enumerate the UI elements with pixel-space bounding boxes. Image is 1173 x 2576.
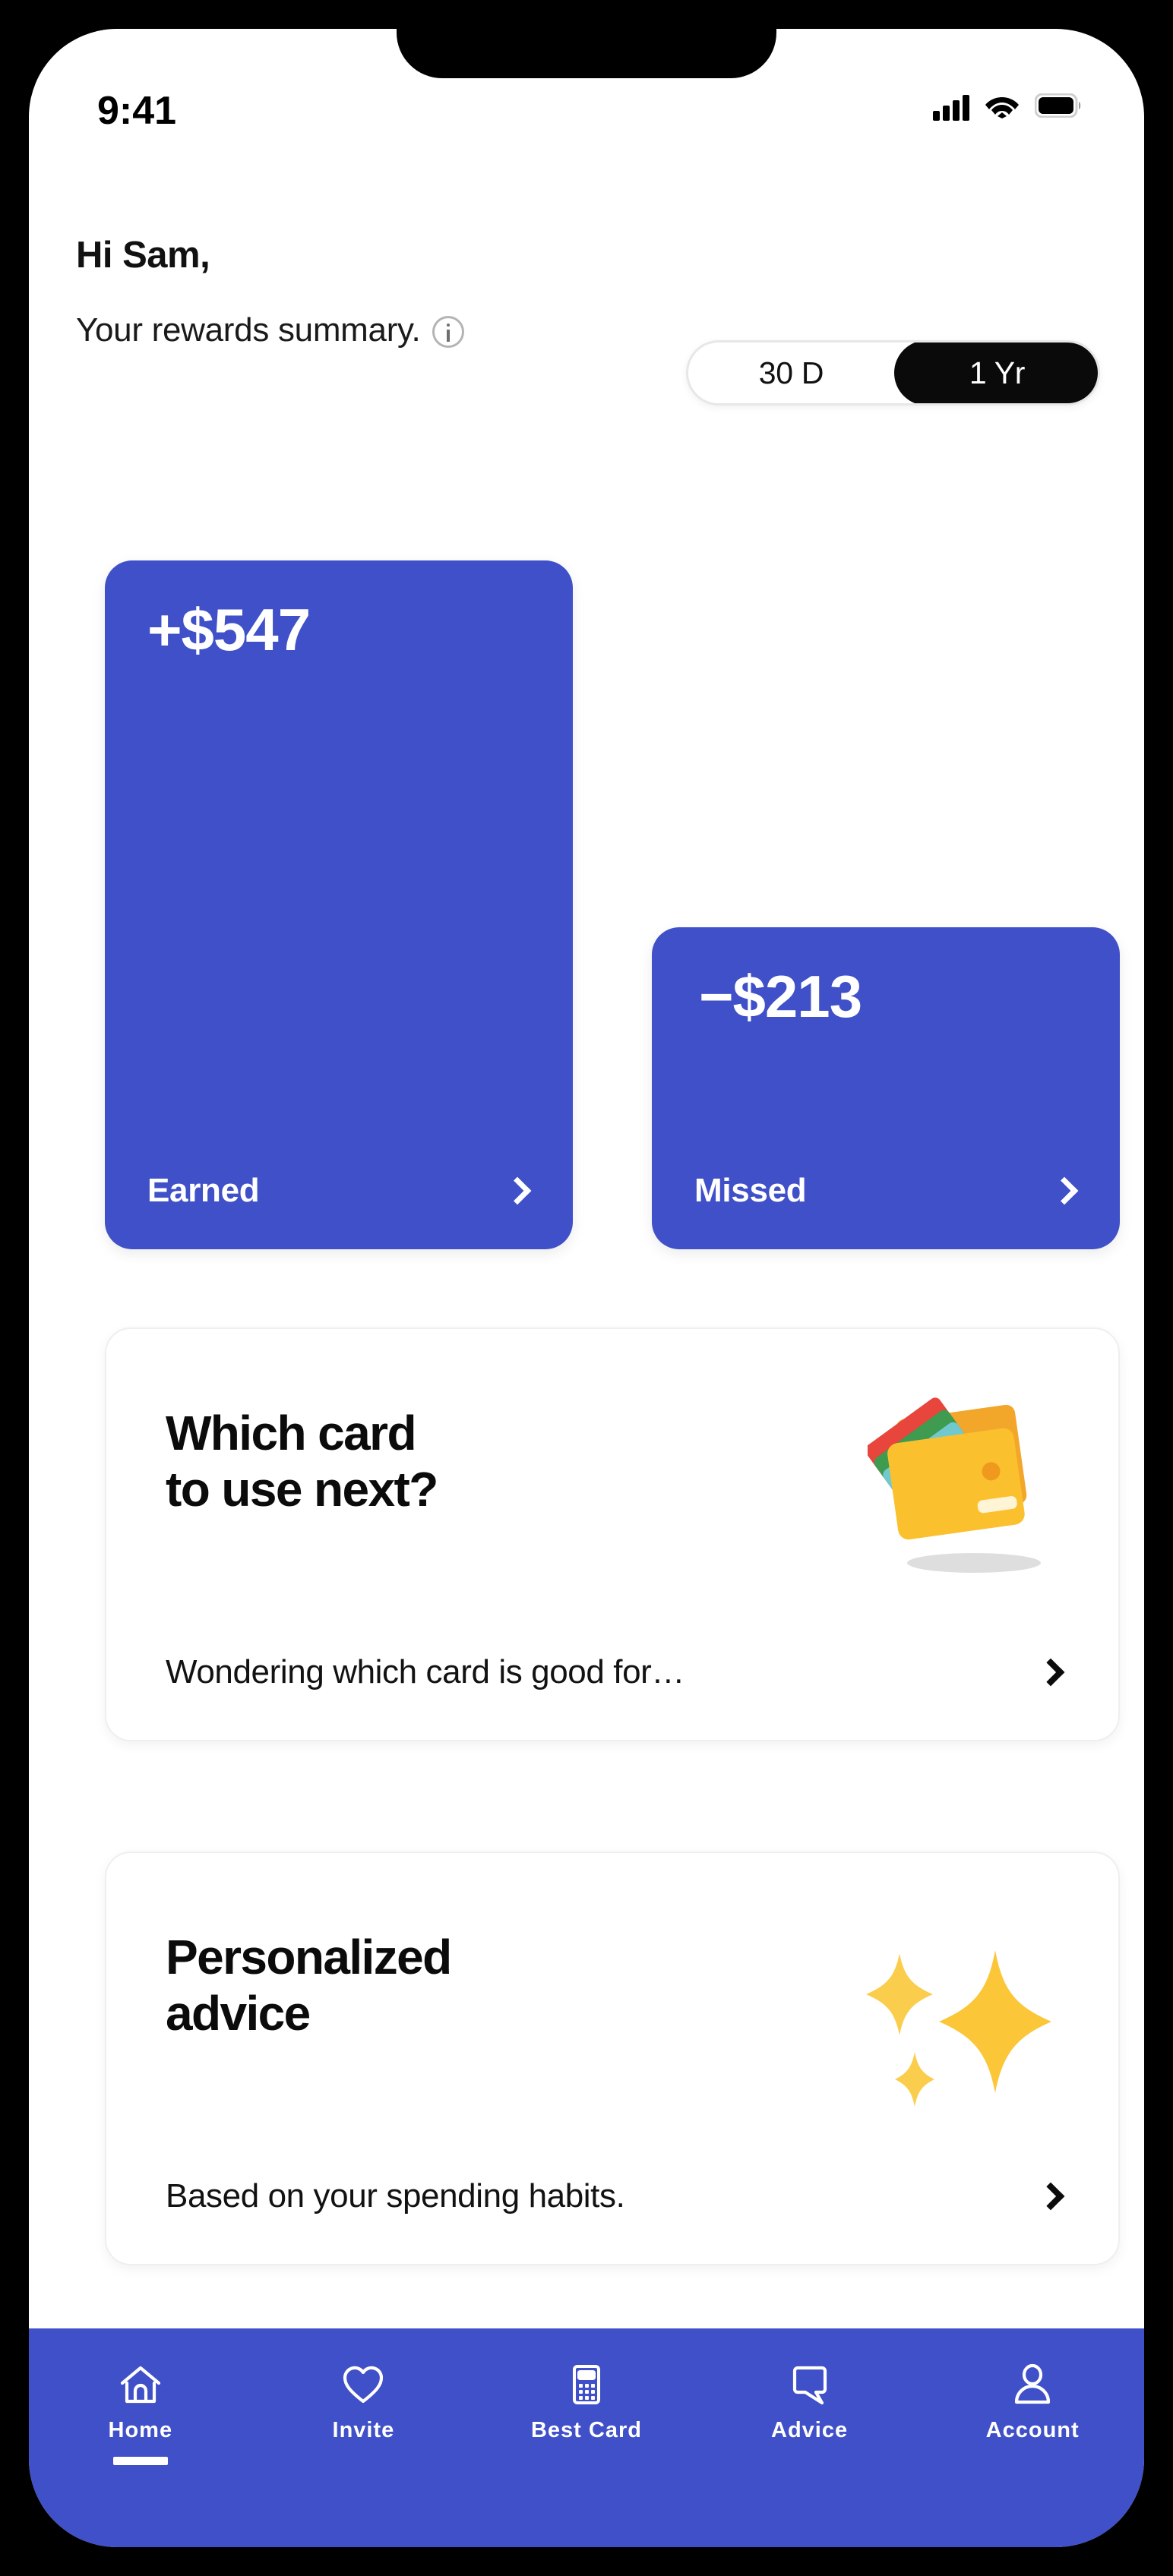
range-option-1yr[interactable]: 1 Yr — [894, 343, 1098, 403]
which-card-title-line1: Which card — [166, 1406, 417, 1460]
advice-footer: Based on your spending habits. — [166, 2177, 1067, 2215]
person-icon — [1010, 2362, 1055, 2407]
earned-footer: Earned — [147, 1172, 533, 1210]
advice-title-line2: advice — [166, 1986, 311, 2041]
advice-subtitle: Based on your spending habits. — [166, 2177, 625, 2215]
feature-card-personalized-advice[interactable]: Personalized advice Based on your spendi… — [105, 1852, 1120, 2265]
summary-card-missed[interactable]: −$213 Missed — [652, 927, 1120, 1249]
phone-screen: 9:41 Hi Sam, Your rewards summary. 30 D … — [29, 29, 1144, 2547]
status-icons — [933, 93, 1082, 122]
missed-label: Missed — [694, 1172, 807, 1209]
chevron-right-icon[interactable] — [1050, 1176, 1079, 1205]
summary-card-earned[interactable]: +$547 Earned — [105, 560, 573, 1249]
which-card-title-line2: to use next? — [166, 1462, 438, 1517]
speech-bubble-icon — [787, 2362, 833, 2407]
bottom-navigation: Home Invite Best Card Advice Account — [29, 2328, 1144, 2547]
info-circle-icon[interactable] — [432, 316, 465, 348]
status-time: 9:41 — [97, 89, 177, 133]
nav-label-advice: Advice — [771, 2418, 849, 2442]
nav-label-account: Account — [985, 2418, 1080, 2442]
calculator-icon — [564, 2362, 609, 2407]
battery-icon — [1034, 93, 1082, 122]
nav-item-home[interactable]: Home — [29, 2362, 252, 2465]
subtitle-row: Your rewards summary. — [76, 311, 465, 349]
home-icon — [118, 2362, 163, 2407]
which-card-title: Which card to use next? — [166, 1405, 438, 1517]
which-card-subtitle: Wondering which card is good for… — [166, 1653, 685, 1690]
advice-title-line1: Personalized — [166, 1930, 452, 1984]
nav-label-best-card: Best Card — [530, 2418, 642, 2442]
nav-label-home: Home — [108, 2418, 173, 2442]
phone-notch — [397, 29, 776, 78]
chevron-right-icon[interactable] — [503, 1176, 532, 1205]
phone-frame: 9:41 Hi Sam, Your rewards summary. 30 D … — [0, 0, 1173, 2576]
missed-amount: −$213 — [699, 963, 862, 1030]
which-card-footer: Wondering which card is good for… — [166, 1653, 1067, 1691]
nav-item-best-card[interactable]: Best Card — [475, 2362, 698, 2443]
range-toggle[interactable]: 30 D 1 Yr — [686, 340, 1100, 406]
missed-footer: Missed — [694, 1172, 1080, 1210]
status-bar: 9:41 — [29, 80, 1144, 141]
nav-item-advice[interactable]: Advice — [698, 2362, 922, 2443]
page-title: Hi Sam, — [76, 235, 210, 276]
nav-item-invite[interactable]: Invite — [252, 2362, 476, 2443]
wallet-illustration — [865, 1390, 1065, 1580]
subtitle-text: Your rewards summary. — [76, 311, 421, 349]
feature-card-which-card[interactable]: Which card to use next? Wondering which … — [105, 1327, 1120, 1741]
nav-label-invite: Invite — [332, 2418, 395, 2442]
chevron-right-icon[interactable] — [1036, 2182, 1065, 2211]
range-option-30d[interactable]: 30 D — [688, 343, 894, 403]
chevron-right-icon[interactable] — [1036, 1658, 1065, 1687]
cellular-signal-icon — [933, 94, 969, 121]
nav-item-account[interactable]: Account — [921, 2362, 1144, 2443]
wifi-icon — [985, 93, 1020, 122]
sparkles-illustration — [860, 1937, 1058, 2107]
earned-amount: +$547 — [147, 596, 311, 663]
advice-title: Personalized advice — [166, 1929, 452, 2041]
nav-active-indicator — [112, 2457, 168, 2465]
earned-label: Earned — [147, 1172, 260, 1209]
heart-icon — [340, 2362, 386, 2407]
